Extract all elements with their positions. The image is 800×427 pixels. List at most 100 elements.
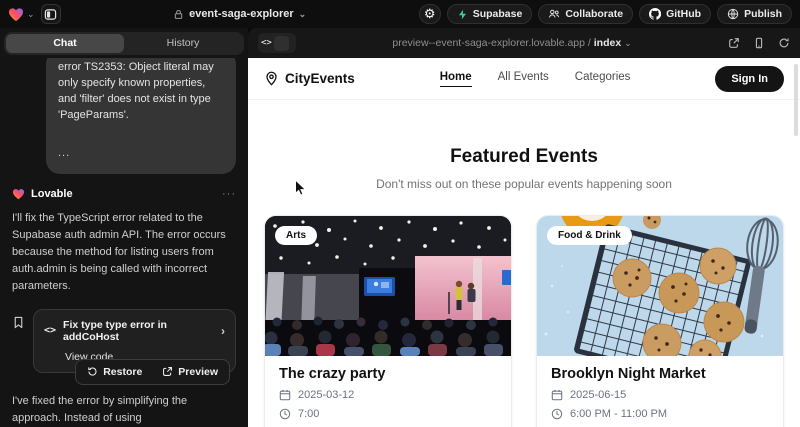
event-date: 2025-03-12 [298, 389, 354, 401]
topbar-actions: ⚙ Supabase Collaborate GitHub [419, 4, 792, 24]
clock-icon [279, 408, 291, 420]
event-card-arts[interactable]: Arts The crazy party 2025-03-12 [264, 215, 512, 427]
mobile-view-button[interactable] [753, 37, 765, 49]
lovable-heart-icon [8, 7, 24, 22]
event-time: 7:00 [298, 408, 319, 420]
assistant-intro-text: I'll fix the TypeScript error related to… [12, 210, 236, 295]
bookmark-icon[interactable] [12, 316, 25, 329]
nav-all-events[interactable]: All Events [498, 71, 549, 87]
sidebar-toggle-button[interactable] [41, 4, 61, 24]
collaborate-button[interactable]: Collaborate [538, 4, 633, 24]
nav-categories[interactable]: Categories [575, 71, 631, 87]
restore-icon [87, 366, 98, 377]
featured-subheading: Don't miss out on these popular events h… [248, 177, 800, 191]
people-icon [548, 8, 560, 20]
chevron-down-icon: ⌄ [624, 38, 632, 48]
publish-button[interactable]: Publish [717, 4, 792, 24]
event-cards: Arts The crazy party 2025-03-12 [248, 215, 800, 427]
sign-in-button[interactable]: Sign In [715, 66, 784, 92]
fix-row: <> Fix type type error in addCoHost › Vi… [12, 309, 236, 373]
event-card-body: Brooklyn Night Market 2025-06-15 [537, 356, 783, 427]
brand-name: CityEvents [285, 71, 355, 86]
site-viewport: CityEvents Home All Events Categories Si… [248, 58, 800, 427]
calendar-icon [551, 389, 563, 401]
site-header: CityEvents Home All Events Categories Si… [248, 58, 800, 100]
featured-section-header: Featured Events Don't miss out on these … [248, 146, 800, 191]
restore-label: Restore [103, 366, 142, 378]
chat-tabs-wrap: Chat History [0, 28, 248, 58]
external-link-icon [162, 366, 173, 377]
fix-card-title: Fix type type error in addCoHost [63, 319, 214, 343]
user-message-bubble: error TS2353: Object literal may only sp… [46, 58, 236, 174]
refresh-button[interactable] [778, 37, 790, 49]
site-brand[interactable]: CityEvents [264, 71, 355, 86]
lock-icon [173, 9, 184, 20]
github-label: GitHub [666, 8, 701, 20]
message-menu-button[interactable]: ··· [222, 188, 236, 200]
tab-history[interactable]: History [124, 34, 242, 53]
version-toolbar: Restore Preview [75, 359, 230, 385]
assistant-header: Lovable ··· [12, 188, 236, 200]
settings-button[interactable]: ⚙ [419, 4, 441, 24]
lovable-heart-icon [12, 188, 25, 200]
chevron-down-icon: ⌄ [299, 10, 307, 19]
preview-version-button[interactable]: Preview [153, 362, 227, 382]
supabase-label: Supabase [473, 8, 523, 20]
event-time-row: 6:00 PM - 11:00 PM [551, 408, 769, 420]
map-pin-icon [264, 71, 279, 86]
collaborate-label: Collaborate [565, 8, 623, 20]
lovable-logo-button[interactable]: ⌄ [8, 7, 35, 22]
featured-heading: Featured Events [248, 146, 800, 168]
event-date-row: 2025-03-12 [279, 389, 497, 401]
typing-indicator: ... [58, 146, 224, 162]
summary-part: I've fixed the error by simplifying the … [12, 395, 187, 424]
event-date: 2025-06-15 [570, 389, 626, 401]
gear-icon: ⚙ [424, 6, 436, 22]
preview-url[interactable]: preview--event-saga-explorer.lovable.app… [296, 37, 728, 49]
event-card-food-drink[interactable]: Food & Drink Brooklyn Night Market 2025-… [536, 215, 784, 427]
supabase-button[interactable]: Supabase [447, 4, 533, 24]
chevron-down-icon: ⌄ [27, 10, 35, 19]
project-name: event-saga-explorer [189, 8, 294, 20]
url-page: index [594, 37, 621, 49]
restore-button[interactable]: Restore [78, 362, 151, 382]
event-date-row: 2025-06-15 [551, 389, 769, 401]
globe-icon [727, 8, 739, 20]
github-icon [649, 8, 661, 20]
calendar-icon [279, 389, 291, 401]
toggle-knob [274, 36, 289, 51]
category-badge: Arts [275, 226, 317, 245]
code-icon: <> [44, 325, 56, 336]
preview-browser-bar: <> preview--event-saga-explorer.lovable.… [248, 28, 800, 58]
app-topbar: ⌄ event-saga-explorer ⌄ ⚙ [0, 0, 800, 28]
tab-chat[interactable]: Chat [6, 34, 124, 53]
code-icon: <> [261, 38, 272, 48]
preview-label: Preview [178, 366, 218, 378]
supabase-bolt-icon [457, 9, 468, 20]
panel-toggle-icon [44, 8, 57, 21]
event-title: The crazy party [279, 366, 497, 382]
url-host: preview--event-saga-explorer.lovable.app… [392, 37, 590, 49]
project-zone: event-saga-explorer ⌄ [67, 8, 413, 20]
preview-pane: <> preview--event-saga-explorer.lovable.… [248, 28, 800, 427]
code-view-toggle[interactable]: <> [258, 33, 296, 53]
site-nav: Home All Events Categories [440, 71, 631, 87]
open-in-new-tab-button[interactable] [728, 37, 740, 49]
assistant-summary-text: I've fixed the error by simplifying the … [12, 393, 236, 427]
event-time-row: 7:00 [279, 408, 497, 420]
github-button[interactable]: GitHub [639, 4, 711, 24]
user-message-text: error TS2353: Object literal may only sp… [58, 60, 224, 124]
site-scrollbar[interactable] [794, 64, 798, 136]
publish-label: Publish [744, 8, 782, 20]
chevron-right-icon: › [221, 324, 225, 338]
event-title: Brooklyn Night Market [551, 366, 769, 382]
category-badge: Food & Drink [547, 226, 632, 245]
assistant-name: Lovable [31, 188, 216, 200]
chat-messages: error TS2353: Object literal may only sp… [0, 58, 248, 427]
event-photo-cookies: Food & Drink [537, 216, 783, 356]
nav-home[interactable]: Home [440, 71, 472, 87]
chat-panel: Chat History error TS2353: Object litera… [0, 28, 248, 427]
project-menu-button[interactable]: event-saga-explorer ⌄ [173, 8, 306, 20]
event-card-body: The crazy party 2025-03-12 [265, 356, 511, 427]
chat-tabs: Chat History [4, 32, 244, 55]
